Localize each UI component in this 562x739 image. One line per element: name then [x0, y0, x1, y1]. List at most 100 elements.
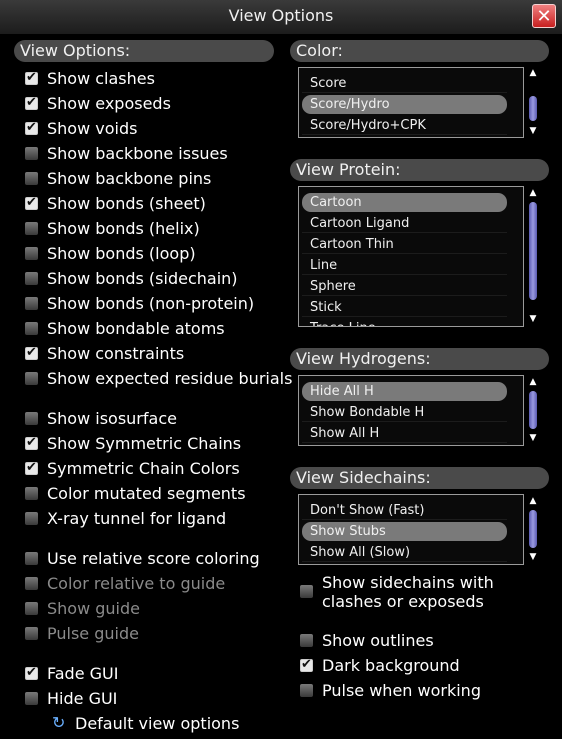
checkbox-icon — [25, 297, 38, 310]
scroll-down-icon[interactable]: ▼ — [527, 433, 539, 443]
checkbox-checked-icon — [25, 345, 38, 361]
checkbox-checked-icon — [25, 70, 38, 86]
scroll-down-icon[interactable]: ▼ — [527, 552, 539, 562]
close-button[interactable]: ✕ — [532, 4, 556, 28]
checkbox-icon — [300, 634, 313, 647]
view-sidechains-scrollbar[interactable]: ▲ ▼ — [527, 496, 539, 564]
view-protein-list[interactable]: Cartoon Cartoon Ligand Cartoon Thin Line Sph… — [298, 186, 524, 327]
checkbox-icon — [25, 487, 38, 500]
list-item[interactable]: Cartoon — [302, 193, 507, 212]
list-item[interactable]: Cartoon Ligand — [302, 214, 507, 233]
checkbox-label: Show exposeds — [47, 94, 171, 113]
checkbox-label: Dark background — [322, 656, 460, 675]
view-options-header: View Options: — [14, 40, 274, 62]
checkbox-icon — [25, 602, 38, 615]
scroll-up-icon[interactable]: ▲ — [527, 377, 539, 387]
checkbox-icon — [300, 585, 313, 598]
checkbox-label: Pulse guide — [47, 624, 139, 643]
checkbox-label: Pulse when working — [322, 681, 481, 700]
checkbox-checked-icon — [25, 665, 38, 681]
checkbox-icon — [25, 222, 38, 235]
default-view-options-button[interactable]: Default view options — [75, 713, 239, 735]
list-item[interactable]: Line — [302, 256, 507, 275]
view-hydrogens-list[interactable]: Hide All H Show Bondable H Show All H — [298, 375, 524, 446]
checkbox-checked-icon — [25, 435, 38, 451]
checkbox-label: Color relative to guide — [47, 574, 226, 593]
color-list[interactable]: Score Score/Hydro Score/Hydro+CPK — [298, 67, 524, 138]
checkbox-icon — [25, 692, 38, 705]
checkbox-label: Show bondable atoms — [47, 319, 225, 338]
scroll-up-icon[interactable]: ▲ — [527, 496, 539, 506]
checkbox-label: Show bonds (sheet) — [47, 194, 206, 213]
scroll-thumb[interactable] — [529, 510, 537, 548]
checkbox-label: Show clashes — [47, 69, 155, 88]
checkbox-label: Show bonds (non-protein) — [47, 294, 255, 313]
checkbox-label: Color mutated segments — [47, 484, 246, 503]
checkbox-checked-icon — [25, 95, 38, 111]
checkbox-label: Use relative score coloring — [47, 549, 260, 568]
checkbox-icon — [25, 172, 38, 185]
list-item[interactable]: Cartoon Thin — [302, 235, 507, 254]
checkbox-icon — [25, 412, 38, 425]
scroll-down-icon[interactable]: ▼ — [527, 126, 539, 136]
checkbox-label: Show isosurface — [47, 409, 177, 428]
color-scrollbar[interactable]: ▲ ▼ — [527, 68, 539, 136]
list-item[interactable]: Score — [302, 74, 507, 93]
view-sidechains-list[interactable]: Don't Show (Fast) Show Stubs Show All (Slo… — [298, 494, 524, 565]
scroll-thumb[interactable] — [529, 202, 537, 300]
checkbox-checked-icon — [25, 460, 38, 476]
checkbox-label: Symmetric Chain Colors — [47, 459, 240, 478]
window-title: View Options — [228, 6, 334, 25]
scroll-up-icon[interactable]: ▲ — [527, 68, 539, 78]
checkbox-label: Show expected residue burials — [47, 369, 293, 388]
list-item[interactable]: Show Stubs — [302, 522, 507, 541]
view-sidechains-header: View Sidechains: — [290, 467, 549, 489]
checkbox-label: Show guide — [47, 599, 140, 618]
refresh-icon[interactable]: ↻ — [52, 714, 68, 732]
checkbox-label: Show outlines — [322, 631, 434, 650]
checkbox-icon — [25, 552, 38, 565]
list-item[interactable]: Score/Hydro — [302, 95, 507, 114]
list-item[interactable]: Trace Line — [302, 319, 507, 326]
color-header: Color: — [290, 40, 549, 62]
list-item[interactable]: Score/Hydro+CPK — [302, 116, 507, 135]
checkbox-icon — [300, 684, 313, 697]
checkbox-icon — [25, 247, 38, 260]
list-item[interactable]: Don't Show (Fast) — [302, 501, 507, 520]
checkbox-label: Show backbone pins — [47, 169, 212, 188]
view-protein-header: View Protein: — [290, 159, 549, 181]
list-item[interactable]: Show Bondable H — [302, 403, 507, 422]
default-view-options-label: Default view options — [75, 714, 240, 733]
checkbox-label: Show bonds (loop) — [47, 244, 196, 263]
checkbox-label: Show constraints — [47, 344, 185, 363]
checkbox-label: Fade GUI — [47, 664, 119, 683]
scroll-down-icon[interactable]: ▼ — [527, 314, 539, 324]
checkbox-checked-icon — [300, 657, 313, 673]
checkbox-icon — [25, 372, 38, 385]
checkbox-icon — [25, 272, 38, 285]
checkbox-checked-icon — [25, 195, 38, 211]
checkbox-label: Show bonds (sidechain) — [47, 269, 238, 288]
checkbox-label: Show sidechains with clashes or exposeds — [322, 573, 494, 611]
scroll-thumb[interactable] — [529, 391, 537, 429]
list-item[interactable]: Hide All H — [302, 382, 507, 401]
view-hydrogens-scrollbar[interactable]: ▲ ▼ — [527, 377, 539, 445]
checkbox-label: Show bonds (helix) — [47, 219, 200, 238]
view-hydrogens-header: View Hydrogens: — [290, 348, 549, 370]
checkbox-icon — [25, 627, 38, 640]
list-item[interactable]: Show All H — [302, 424, 507, 443]
checkbox-label: Hide GUI — [47, 689, 118, 708]
checkbox-icon — [25, 322, 38, 335]
view-protein-scrollbar[interactable]: ▲ ▼ — [527, 188, 539, 326]
checkbox-label: X-ray tunnel for ligand — [47, 509, 227, 528]
checkbox-checked-icon — [25, 120, 38, 136]
checkbox-label: Show backbone issues — [47, 144, 228, 163]
checkbox-icon — [25, 512, 38, 525]
checkbox-label: Show voids — [47, 119, 138, 138]
scroll-thumb[interactable] — [529, 96, 537, 121]
scroll-up-icon[interactable]: ▲ — [527, 188, 539, 198]
checkbox-label: Show Symmetric Chains — [47, 434, 242, 453]
list-item[interactable]: Stick — [302, 298, 507, 317]
list-item[interactable]: Sphere — [302, 277, 507, 296]
list-item[interactable]: Show All (Slow) — [302, 543, 507, 562]
